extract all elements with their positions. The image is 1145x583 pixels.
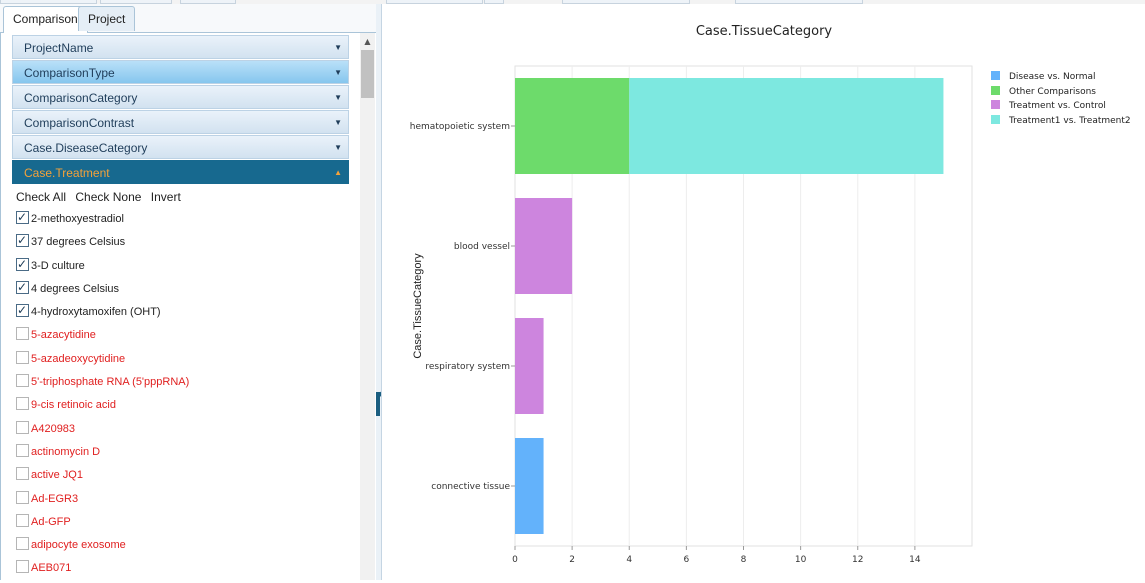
y-tick-label: hematopoietic system [410, 122, 510, 132]
legend-item[interactable]: Treatment1 vs. Treatment2 [991, 114, 1131, 129]
x-tick-label: 8 [741, 555, 747, 565]
y-tick-label: connective tissue [431, 482, 510, 492]
chart-legend: Disease vs. Normal Other Comparisons Treat… [991, 70, 1131, 128]
bar [515, 438, 544, 534]
legend-swatch [991, 85, 1000, 95]
x-tick-label: 6 [684, 555, 690, 565]
bar [515, 198, 573, 294]
bar [515, 318, 544, 414]
legend-swatch [991, 71, 1000, 80]
legend-item[interactable]: Other Comparisons [991, 85, 1131, 100]
legend-item[interactable]: Disease vs. Normal [991, 70, 1131, 85]
legend-label: Treatment1 vs. Treatment2 [1009, 115, 1131, 126]
legend-swatch [991, 100, 1000, 109]
y-axis-title: Case.TissueCategory [412, 253, 424, 359]
x-tick-label: 10 [795, 555, 807, 565]
x-tick-label: 14 [909, 555, 921, 565]
legend-label: Other Comparisons [1009, 86, 1096, 97]
bar [515, 78, 630, 174]
legend-label: Treatment vs. Control [1009, 101, 1106, 111]
bar-chart: 0 2 4 6 8 10 12 14 hematopoietic system blood ves… [410, 65, 973, 565]
y-tick-label: respiratory system [425, 362, 510, 372]
x-tick-label: 2 [569, 555, 575, 565]
legend-item[interactable]: Treatment vs. Control [991, 99, 1131, 114]
y-tick-label: blood vessel [454, 242, 510, 252]
x-tick-label: 12 [852, 555, 863, 565]
legend-label: Disease vs. Normal [1009, 72, 1096, 82]
x-tick-label: 4 [626, 555, 632, 565]
bar [629, 78, 944, 174]
x-tick-label: 0 [512, 555, 518, 565]
legend-swatch [991, 114, 1000, 124]
